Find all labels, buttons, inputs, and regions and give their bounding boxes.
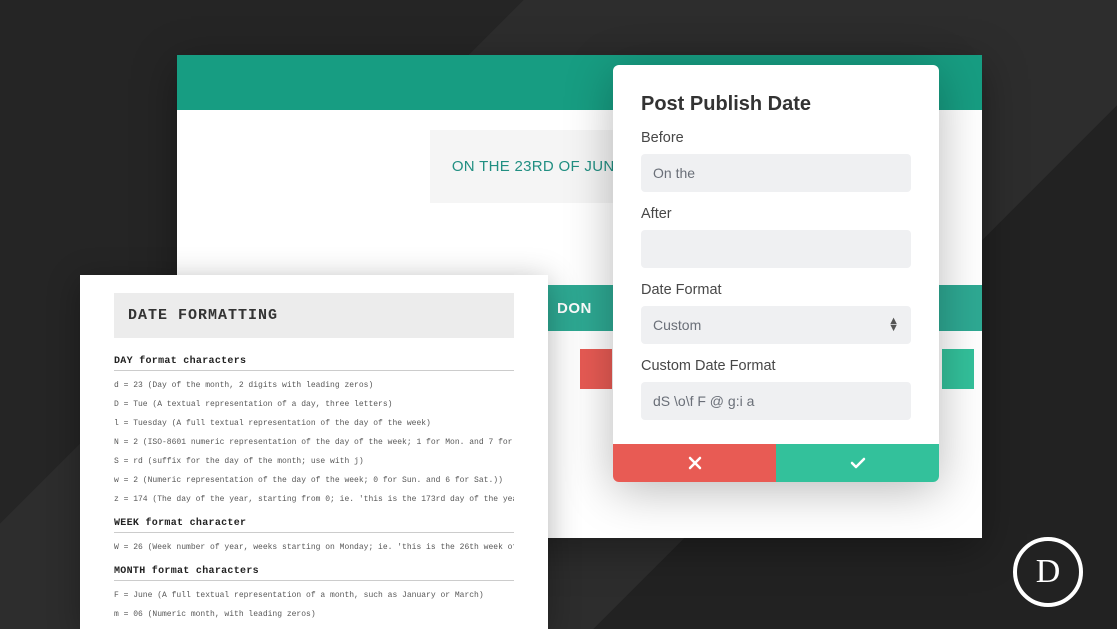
check-icon: [850, 457, 866, 469]
date-format-selected: Custom: [653, 317, 701, 333]
doc-line: l = Tuesday (A full textual representati…: [114, 419, 514, 428]
doc-line: d = 23 (Day of the month, 2 digits with …: [114, 381, 514, 390]
doc-section-heading: WEEK format character: [114, 518, 514, 533]
confirm-hint-button[interactable]: [942, 349, 974, 389]
cancel-hint-button[interactable]: [580, 349, 612, 389]
cancel-button[interactable]: [613, 444, 776, 482]
custom-format-label: Custom Date Format: [641, 358, 911, 374]
doc-line: N = 2 (ISO-8601 numeric representation o…: [114, 438, 514, 447]
close-icon: [688, 456, 702, 470]
date-format-select[interactable]: Custom ▲▼: [641, 306, 911, 344]
post-publish-date-panel: Post Publish Date Before After Date Form…: [613, 65, 939, 482]
after-input[interactable]: [641, 230, 911, 268]
doc-line: m = 06 (Numeric month, with leading zero…: [114, 610, 514, 619]
panel-title: Post Publish Date: [641, 93, 911, 116]
doc-line: F = June (A full textual representation …: [114, 591, 514, 600]
divi-logo-icon: D: [1013, 537, 1083, 607]
done-label: DON: [557, 300, 592, 317]
doc-section-heading: MONTH format characters: [114, 566, 514, 581]
date-format-label: Date Format: [641, 282, 911, 298]
doc-line: w = 2 (Numeric representation of the day…: [114, 476, 514, 485]
doc-title: DATE FORMATTING: [114, 293, 514, 338]
custom-format-input[interactable]: [641, 382, 911, 420]
confirm-button[interactable]: [776, 444, 939, 482]
doc-section-heading: DAY format characters: [114, 356, 514, 371]
doc-line: z = 174 (The day of the year, starting f…: [114, 495, 514, 504]
doc-line: S = rd (suffix for the day of the month;…: [114, 457, 514, 466]
panel-actions: [613, 444, 939, 482]
doc-line: D = Tue (A textual representation of a d…: [114, 400, 514, 409]
before-label: Before: [641, 130, 911, 146]
date-formatting-doc: DATE FORMATTING DAY format characters d …: [80, 275, 548, 629]
before-input[interactable]: [641, 154, 911, 192]
logo-letter: D: [1036, 553, 1061, 591]
chevron-updown-icon: ▲▼: [888, 318, 899, 331]
after-label: After: [641, 206, 911, 222]
doc-line: W = 26 (Week number of year, weeks start…: [114, 543, 514, 552]
